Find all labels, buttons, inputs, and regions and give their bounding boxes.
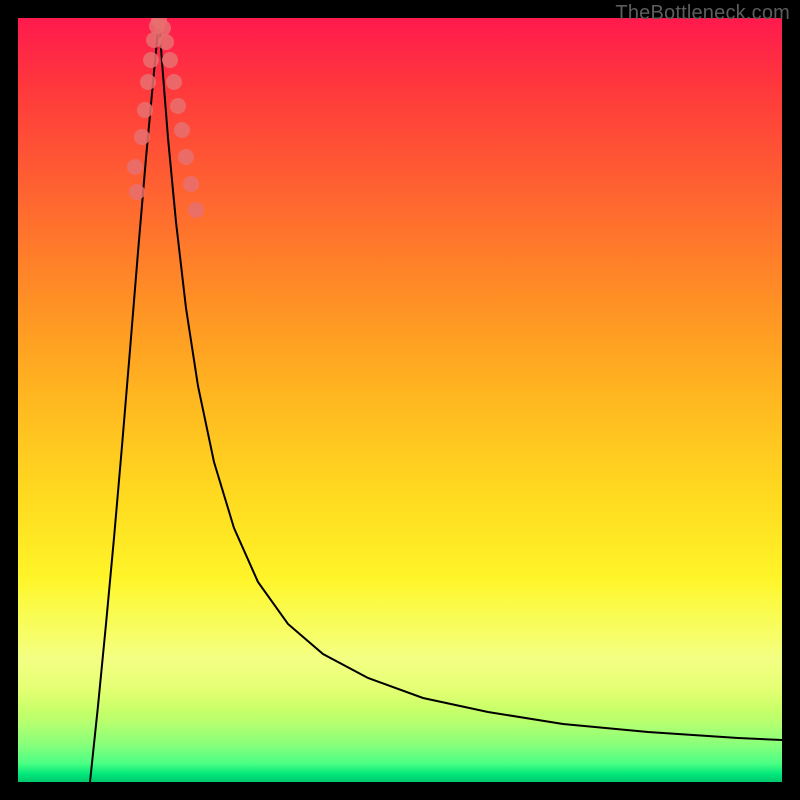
chart-frame: TheBottleneck.com bbox=[0, 0, 800, 800]
data-dot bbox=[174, 122, 190, 138]
data-dot bbox=[166, 74, 182, 90]
data-dot bbox=[155, 20, 171, 36]
bottleneck-curve-right bbox=[159, 20, 782, 740]
data-dot bbox=[188, 202, 204, 218]
data-dot bbox=[140, 74, 156, 90]
data-dot bbox=[178, 149, 194, 165]
data-dot bbox=[158, 34, 174, 50]
data-dot bbox=[127, 159, 143, 175]
data-dot bbox=[183, 176, 199, 192]
data-dot bbox=[134, 129, 150, 145]
watermark-text: TheBottleneck.com bbox=[615, 2, 790, 25]
data-dot bbox=[129, 184, 145, 200]
data-dot bbox=[143, 52, 159, 68]
plot-area bbox=[18, 18, 782, 782]
data-dot bbox=[170, 98, 186, 114]
data-dot bbox=[162, 52, 178, 68]
curve-layer bbox=[18, 18, 782, 782]
data-dot bbox=[137, 102, 153, 118]
